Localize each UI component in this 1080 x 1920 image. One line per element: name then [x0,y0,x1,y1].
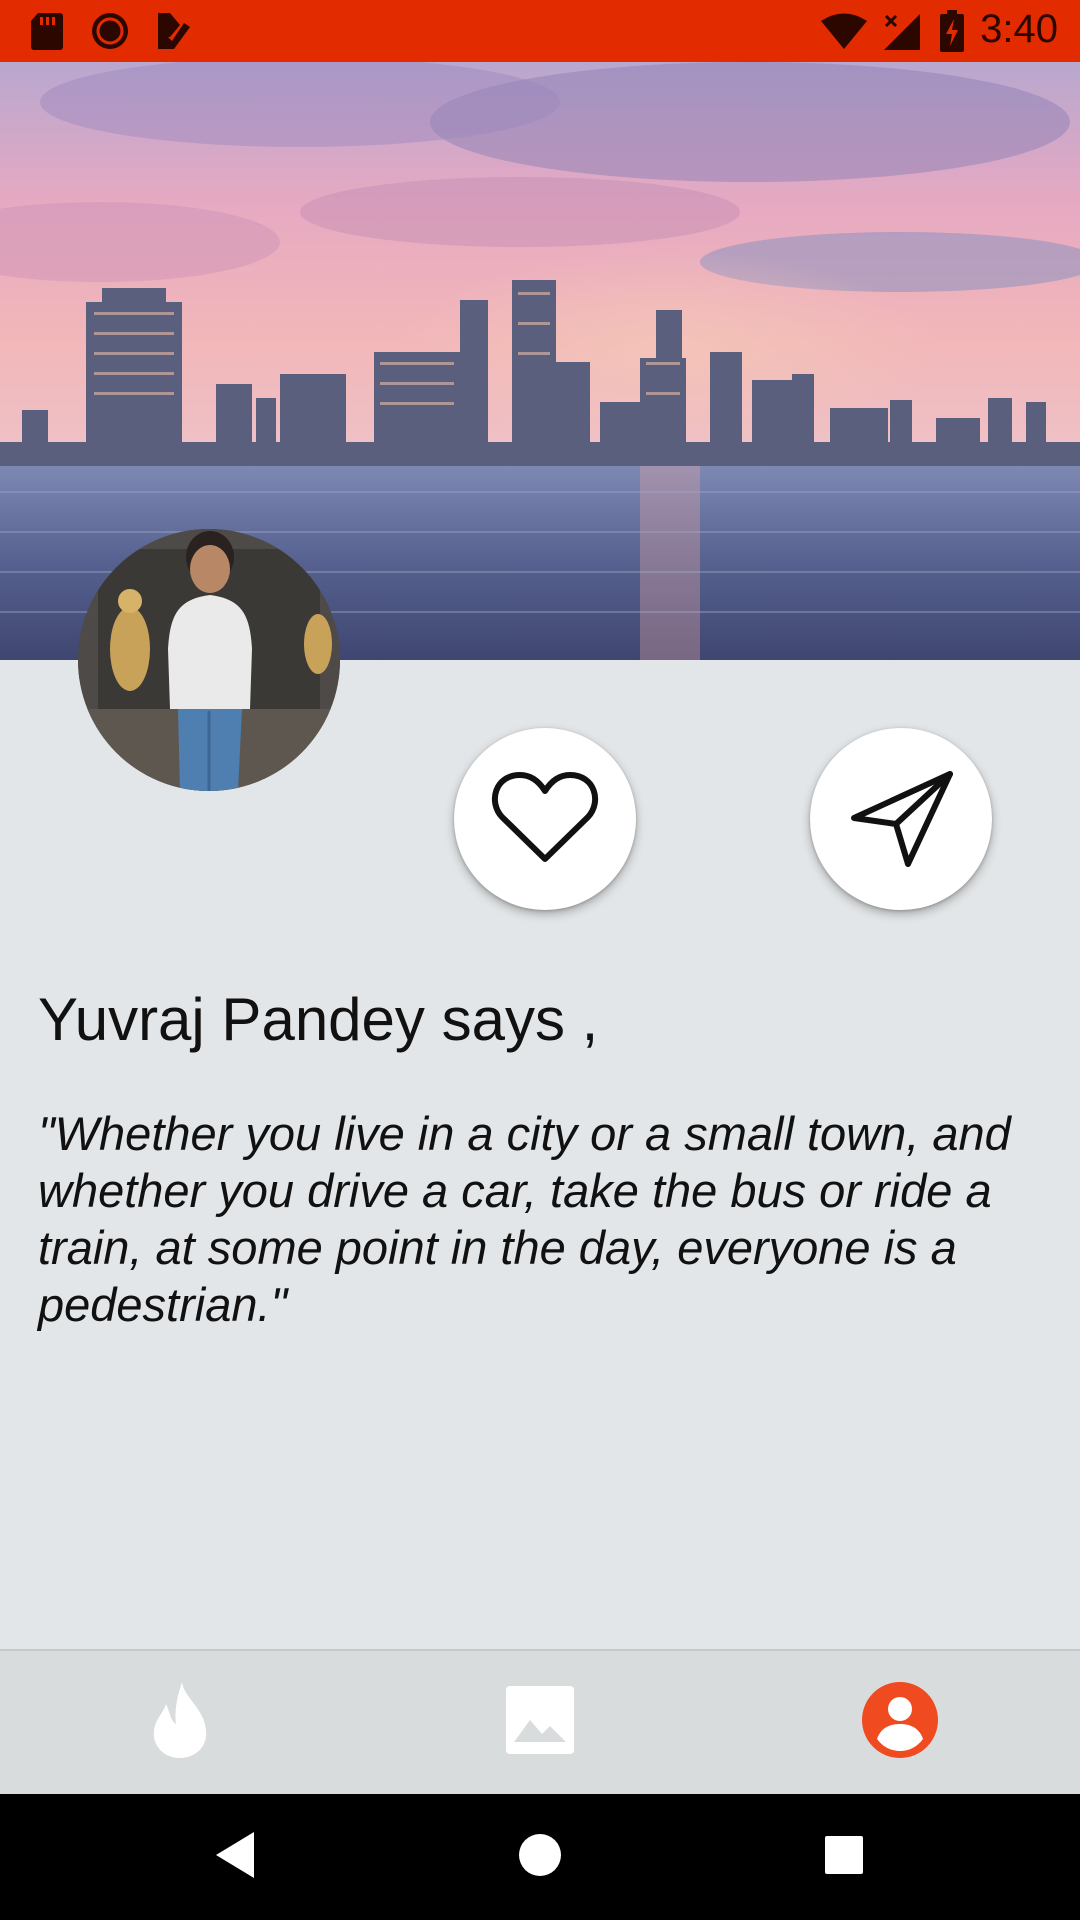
cell-signal-icon [882,12,922,57]
back-button[interactable] [156,1794,316,1920]
send-button[interactable] [810,728,992,910]
image-icon [504,1684,576,1761]
home-icon [518,1833,562,1882]
circle-icon [90,11,130,56]
quote-text: "Whether you live in a city or a small t… [38,1107,1011,1331]
download-check-icon [156,11,192,56]
bottom-navigation [0,1649,1080,1794]
sd-card-icon [30,11,64,56]
like-button[interactable] [454,728,636,910]
system-navigation-bar [0,1794,1080,1920]
wifi-icon [820,12,868,55]
status-bar: 3:40 [0,0,1080,62]
status-time: 3:40 [980,7,1058,51]
heart-outline-icon [490,767,600,872]
account-circle-icon [861,1681,939,1764]
author-line: Yuvraj Pandey says , [38,986,599,1053]
battery-charging-icon [940,10,964,57]
nav-item-profile[interactable] [720,1651,1080,1794]
nav-item-trending[interactable] [0,1651,360,1794]
recents-icon [824,1835,864,1880]
nav-item-gallery[interactable] [360,1651,720,1794]
avatar[interactable] [78,529,340,791]
send-paper-plane-icon [846,762,956,877]
back-icon [214,1830,258,1885]
recents-button[interactable] [764,1794,924,1920]
home-button[interactable] [460,1794,620,1920]
flame-icon [148,1680,212,1765]
screen: 3:40 Yuvraj Pandey says , "Whether you l… [0,0,1080,1920]
